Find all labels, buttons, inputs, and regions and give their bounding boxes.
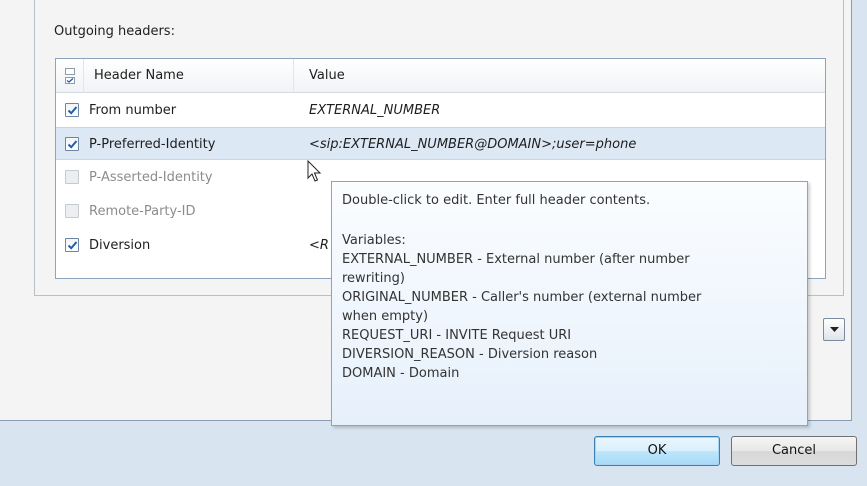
checkbox-column-icon <box>65 68 75 84</box>
header-name-cell: P-Asserted-Identity <box>89 170 213 185</box>
table-row[interactable]: From number EXTERNAL_NUMBER <box>56 94 825 127</box>
tooltip-variables-heading: Variables: <box>342 233 406 248</box>
header-value-cell[interactable]: <sip:EXTERNAL_NUMBER@DOMAIN>;user=phone <box>309 128 636 161</box>
column-header-value[interactable]: Value <box>294 59 825 93</box>
table-header: Header Name Value <box>56 59 825 93</box>
ok-button[interactable]: OK <box>594 436 720 466</box>
row-checkbox[interactable] <box>65 170 79 184</box>
row-checkbox[interactable] <box>65 103 79 117</box>
row-checkbox[interactable] <box>65 204 79 218</box>
outgoing-headers-label: Outgoing headers: <box>54 24 175 39</box>
checkmark-icon <box>67 106 78 115</box>
header-name-cell: P-Preferred-Identity <box>89 137 216 152</box>
tooltip-text: ORIGINAL_NUMBER - Caller's number (exter… <box>342 290 702 305</box>
checkmark-icon <box>67 241 78 250</box>
tooltip-text: when empty) <box>342 309 429 324</box>
tooltip-text: DIVERSION_REASON - Diversion reason <box>342 347 598 362</box>
chevron-down-icon <box>830 327 839 332</box>
row-checkbox[interactable] <box>65 137 79 151</box>
tooltip-text: EXTERNAL_NUMBER - External number (after… <box>342 252 690 267</box>
header-name-cell: Diversion <box>89 238 151 253</box>
mouse-pointer-icon <box>307 160 322 182</box>
header-value-cell[interactable]: EXTERNAL_NUMBER <box>309 94 440 127</box>
header-value-cell[interactable]: <R <box>309 229 329 262</box>
table-row-selected[interactable]: P-Preferred-Identity <sip:EXTERNAL_NUMBE… <box>56 127 825 160</box>
tooltip-text: Double-click to edit. Enter full header … <box>342 193 651 208</box>
column-header-check[interactable] <box>56 59 84 93</box>
tooltip-text: rewriting) <box>342 271 405 286</box>
column-header-name[interactable]: Header Name <box>84 59 294 93</box>
checkmark-icon <box>67 140 78 149</box>
row-checkbox[interactable] <box>65 238 79 252</box>
tooltip-text: REQUEST_URI - INVITE Request URI <box>342 328 572 343</box>
dropdown-button[interactable] <box>823 318 845 341</box>
header-name-cell: Remote-Party-ID <box>89 204 196 219</box>
header-name-cell: From number <box>89 103 177 118</box>
tooltip-text: DOMAIN - Domain <box>342 366 460 381</box>
cancel-button[interactable]: Cancel <box>731 436 857 466</box>
tooltip: Double-click to edit. Enter full header … <box>331 181 808 426</box>
